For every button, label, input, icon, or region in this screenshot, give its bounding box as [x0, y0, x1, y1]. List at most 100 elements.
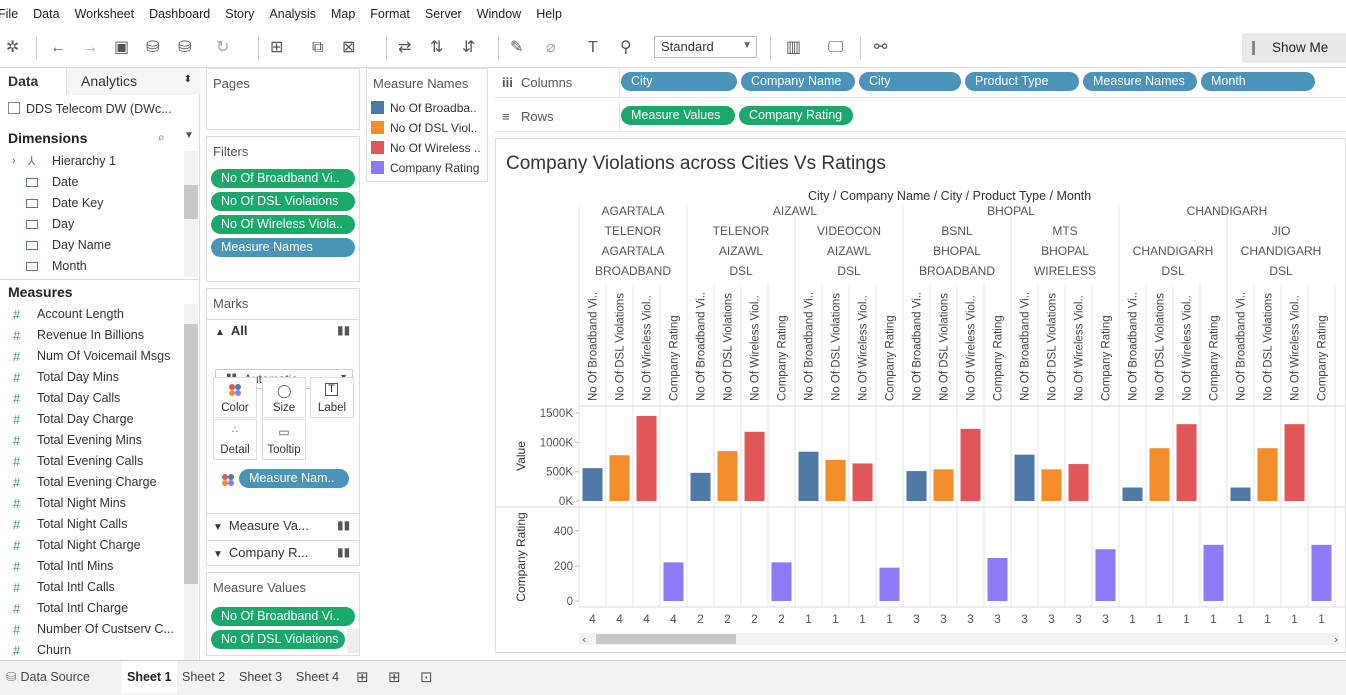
duplicate-sheet-icon[interactable]: ⧉ — [312, 38, 323, 58]
bar[interactable] — [1068, 464, 1089, 501]
rating-bar[interactable] — [879, 567, 900, 601]
measure-field[interactable]: # Total Day Charge — [0, 409, 184, 430]
row-pill[interactable]: Measure Values — [621, 106, 735, 125]
menu-item-dashboard[interactable]: Dashboard — [149, 7, 210, 21]
search-icon[interactable]: ⌕ — [158, 130, 165, 145]
marks-all-row[interactable]: ▲ All — [215, 323, 248, 338]
color-measure-names-pill[interactable]: Measure Nam.. — [239, 469, 349, 488]
menu-dropdown-icon[interactable]: ▼ — [184, 130, 194, 141]
tab-analytics[interactable]: Analytics ⬍ — [67, 68, 200, 95]
bar[interactable] — [1122, 487, 1143, 501]
measure-field[interactable]: # Account Length — [0, 304, 184, 325]
data-source-item[interactable]: DDS Telecom DW (DWc... — [8, 102, 172, 116]
new-story-icon[interactable]: ⊡ — [420, 668, 433, 686]
bar[interactable] — [582, 468, 603, 501]
viz-area[interactable]: Company Violations across Cities Vs Rati… — [495, 138, 1346, 653]
bar[interactable] — [690, 472, 711, 501]
dimension-field[interactable]: Day — [0, 214, 184, 235]
measure-field[interactable]: # Total Evening Calls — [0, 451, 184, 472]
bar[interactable] — [1176, 424, 1197, 501]
measure-field[interactable]: # Revenue In Billions — [0, 325, 184, 346]
measure-field[interactable]: # Total Night Calls — [0, 514, 184, 535]
bar[interactable] — [636, 415, 657, 501]
sort-descending-icon[interactable]: ⇵ — [462, 38, 475, 58]
detail-button[interactable]: ∴ Detail — [213, 419, 257, 460]
label-button[interactable]: T Label — [310, 377, 354, 418]
menu-item-help[interactable]: Help — [536, 7, 562, 21]
columns-shelf[interactable]: iii Columns City Company Name City Product T… — [495, 68, 1346, 98]
measure-field[interactable]: # Number Of Custserv C... — [0, 619, 184, 640]
save-icon[interactable]: ▣ — [114, 38, 129, 58]
bar[interactable] — [1230, 487, 1251, 501]
tab-sheet-1[interactable]: Sheet 1 — [121, 661, 178, 693]
menu-item-window[interactable]: Window — [477, 7, 521, 21]
column-pill[interactable]: City — [621, 72, 737, 91]
column-pill[interactable]: Product Type — [965, 72, 1079, 91]
chart[interactable]: City / Company Name / City / Product Typ… — [496, 139, 1346, 653]
expand-arrow-icon[interactable]: › — [12, 151, 16, 172]
pause-updates-icon[interactable]: ⛁ — [178, 38, 191, 58]
undo-icon[interactable]: ← — [50, 38, 66, 58]
menu-item-map[interactable]: Map — [331, 7, 355, 21]
menu-item-analysis[interactable]: Analysis — [269, 7, 316, 21]
menu-item-format[interactable]: Format — [370, 7, 410, 21]
color-button[interactable]: Color — [213, 377, 257, 418]
dimension-field[interactable]: › ⅄ Hierarchy 1 — [0, 151, 184, 172]
highlight-icon[interactable]: ✎ — [510, 38, 523, 58]
show-me-button[interactable]: Show Me — [1242, 33, 1346, 63]
tableau-logo-icon[interactable]: ✲ — [6, 38, 19, 58]
row-pill[interactable]: Company Rating — [739, 106, 853, 125]
rating-bar[interactable] — [1095, 549, 1116, 601]
measure-field[interactable]: # Total Evening Mins — [0, 430, 184, 451]
bar[interactable] — [852, 463, 873, 501]
new-datasource-icon[interactable]: ⛁ — [146, 38, 159, 58]
legend-item[interactable]: Company Rating — [371, 161, 479, 175]
group-members-icon[interactable]: ⌀ — [546, 38, 556, 58]
filter-pill[interactable]: No Of Broadband Vi.. — [211, 169, 355, 188]
legend-item[interactable]: No Of DSL Viol.. — [371, 121, 477, 135]
measure-field[interactable]: # Total Day Mins — [0, 367, 184, 388]
measure-field[interactable]: # Total Evening Charge — [0, 472, 184, 493]
scrollbar-thumb[interactable] — [184, 324, 198, 584]
bar[interactable] — [960, 428, 981, 501]
menu-item-file[interactable]: File — [0, 7, 18, 21]
filter-pill[interactable]: No Of Wireless Viola.. — [211, 215, 355, 234]
bar[interactable] — [1041, 469, 1062, 501]
bar[interactable] — [1257, 448, 1278, 501]
swap-rows-columns-icon[interactable]: ⇄ — [398, 38, 411, 58]
tab-sheet-3[interactable]: Sheet 3 — [233, 661, 288, 693]
menu-item-server[interactable]: Server — [425, 7, 462, 21]
scrollbar-thumb[interactable] — [184, 185, 198, 219]
bar[interactable] — [717, 451, 738, 501]
share-icon[interactable]: ⚯ — [874, 38, 887, 58]
marks-measure-values-row[interactable]: ▼ Measure Va... — [213, 518, 309, 533]
column-pill[interactable]: Measure Names — [1083, 72, 1197, 91]
filter-pill[interactable]: No Of DSL Violations — [211, 192, 355, 211]
tab-sheet-4[interactable]: Sheet 4 — [290, 661, 345, 693]
measure-field[interactable]: # Total Intl Charge — [0, 598, 184, 619]
new-worksheet-icon[interactable]: ⊞ — [270, 38, 283, 58]
new-dashboard-icon[interactable]: ⊞ — [388, 668, 401, 686]
bar[interactable] — [1284, 424, 1305, 501]
measure-field[interactable]: # Num Of Voicemail Msgs — [0, 346, 184, 367]
scroll-left-icon[interactable]: ‹ — [582, 633, 586, 646]
rating-bar[interactable] — [1203, 544, 1224, 601]
rows-shelf[interactable]: ≡ Rows Measure Values Company Rating — [495, 102, 1346, 132]
rating-bar[interactable] — [987, 557, 1008, 601]
rating-bar[interactable] — [663, 562, 684, 601]
filter-pill[interactable]: Measure Names — [211, 238, 355, 257]
marks-company-rating-row[interactable]: ▼ Company R... — [213, 545, 308, 560]
show-cards-icon[interactable]: ▥ — [786, 38, 801, 58]
measure-field[interactable]: # Churn — [0, 640, 184, 660]
tooltip-button[interactable]: ▭ Tooltip — [262, 419, 306, 460]
scrollbar-thumb[interactable] — [596, 634, 736, 644]
clear-sheet-icon[interactable]: ⊠ — [342, 38, 355, 58]
dimension-field[interactable]: Month — [0, 256, 184, 277]
column-pill[interactable]: Month — [1201, 72, 1315, 91]
dimension-field[interactable]: Date — [0, 172, 184, 193]
redo-icon[interactable]: → — [82, 38, 98, 58]
bar[interactable] — [825, 459, 846, 501]
measure-field[interactable]: # Total Day Calls — [0, 388, 184, 409]
tab-data-source[interactable]: ⛁ Data Source — [0, 661, 96, 693]
bar[interactable] — [906, 471, 927, 501]
